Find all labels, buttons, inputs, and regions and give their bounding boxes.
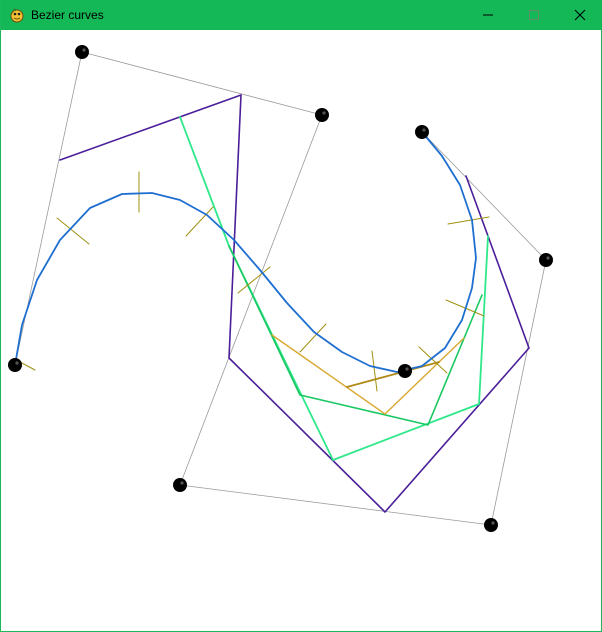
curve-tick-5 [237,266,271,294]
control-point-highlight-7 [180,481,184,485]
control-point-6 [398,364,412,378]
app-window: Bezier curves [0,0,602,632]
window-title: Bezier curves [31,8,104,22]
minimize-icon [483,14,493,16]
control-point-5 [8,358,22,372]
bezier-canvas[interactable] [2,30,602,631]
curve-tick-7 [371,350,378,392]
control-point-7 [173,478,187,492]
close-button[interactable] [557,0,602,30]
construction-level-2 [179,116,489,461]
control-point-highlight-2 [322,111,326,115]
control-point-3 [415,125,429,139]
curve-tick-2 [56,217,90,245]
control-polygon [14,51,547,526]
construction-level-1 [59,94,530,513]
control-point-highlight-3 [422,128,426,132]
control-point-8 [484,518,498,532]
control-point-4 [539,253,553,267]
maximize-button[interactable] [511,0,557,30]
minimize-button[interactable] [465,0,511,30]
curve-tick-1 [19,361,36,371]
control-point-2 [315,108,329,122]
control-point-highlight-4 [546,256,550,260]
control-point-highlight-5 [15,361,19,365]
control-point-highlight-6 [405,367,409,371]
maximize-icon [529,10,539,20]
construction-level-3 [228,245,483,426]
construction-level-4 [271,334,465,415]
pygame-snake-icon [10,8,24,23]
curve-tick-8 [418,346,448,374]
bezier-curve [14,131,477,373]
control-point-1 [75,45,89,59]
title-bar[interactable]: Bezier curves [1,0,602,30]
control-point-highlight-1 [82,48,86,52]
window-controls [465,0,602,30]
control-point-highlight-8 [491,521,495,525]
close-icon [574,9,586,21]
